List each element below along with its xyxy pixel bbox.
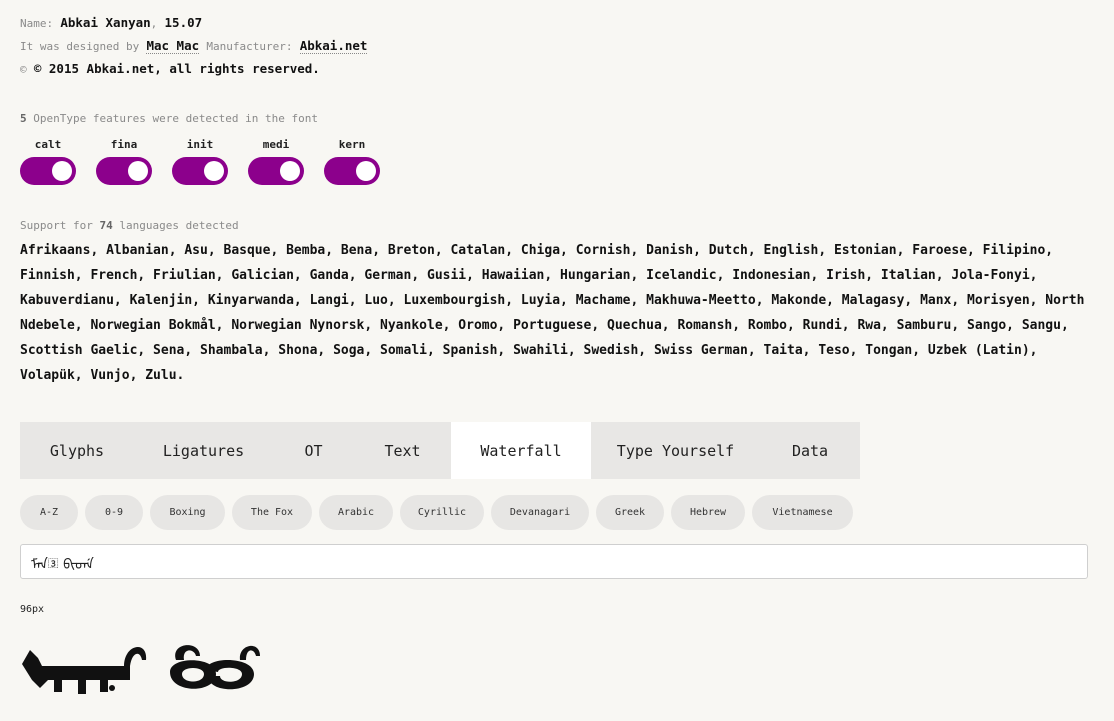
copyright-icon: © — [20, 63, 27, 76]
manufacturer-link[interactable]: Abkai.net — [299, 38, 368, 54]
feature-label: medi — [262, 138, 290, 151]
font-meta: Name: Abkai Xanyan, 15.07 It was designe… — [20, 12, 368, 81]
preset-boxing[interactable]: Boxing — [150, 495, 225, 530]
manchu-script-sample-icon — [22, 645, 260, 694]
designed-label: It was designed by — [20, 40, 140, 53]
designer-link[interactable]: Mac Mac — [146, 38, 200, 54]
view-tabs: Glyphs Ligatures OT Text Waterfall Type … — [20, 422, 860, 479]
opentype-label: OpenType features were detected in the f… — [33, 112, 319, 125]
feature-label: kern — [338, 138, 366, 151]
language-prefix: Support for — [20, 219, 93, 232]
tab-text[interactable]: Text — [354, 422, 451, 479]
tab-ot[interactable]: OT — [273, 422, 354, 479]
feature-toggle-medi[interactable] — [248, 157, 304, 185]
copyright-text: © 2015 Abkai.net, all rights reserved. — [33, 61, 320, 76]
font-name: Abkai Xanyan — [60, 15, 151, 30]
sample-presets: A-Z 0-9 Boxing The Fox Arabic Cyrillic D… — [20, 495, 853, 530]
preset-the-fox[interactable]: The Fox — [232, 495, 312, 530]
feature-label: init — [186, 138, 214, 151]
preset-hebrew[interactable]: Hebrew — [671, 495, 745, 530]
preset-arabic[interactable]: Arabic — [319, 495, 393, 530]
preset-0-9[interactable]: 0-9 — [85, 495, 143, 530]
waterfall-size-label: 96px — [20, 604, 45, 615]
toggle-knob — [204, 161, 224, 181]
font-name-line: Name: Abkai Xanyan, 15.07 — [20, 12, 367, 35]
designer-line: It was designed by Mac Mac Manufacturer:… — [20, 35, 368, 58]
tab-type-yourself[interactable]: Type Yourself — [591, 422, 760, 479]
preset-devanagari[interactable]: Devanagari — [491, 495, 589, 530]
toggle-knob — [52, 161, 72, 181]
feature-fina: fina — [96, 138, 152, 185]
tab-waterfall[interactable]: Waterfall — [451, 422, 591, 479]
feature-calt: calt — [20, 138, 76, 185]
preset-vietnamese[interactable]: Vietnamese — [752, 495, 853, 530]
feature-toggle-fina[interactable] — [96, 157, 152, 185]
language-summary: Support for 74 languages detected — [20, 219, 239, 232]
manufacturer-label: Manufacturer: — [206, 40, 293, 53]
preset-a-z[interactable]: A-Z — [20, 495, 78, 530]
language-list: Afrikaans, Albanian, Asu, Basque, Bemba,… — [20, 243, 1085, 383]
language-count: 74 — [99, 219, 113, 232]
feature-init: init — [172, 138, 228, 185]
language-suffix: languages detected — [119, 219, 239, 232]
feature-toggle-calt[interactable] — [20, 157, 76, 185]
feature-kern: kern — [324, 138, 380, 185]
tab-data[interactable]: Data — [760, 422, 860, 479]
font-version: 15.07 — [164, 15, 203, 30]
copyright-line: © © 2015 Abkai.net, all rights reserved. — [20, 58, 367, 81]
feature-medi: medi — [248, 138, 304, 185]
feature-label: fina — [110, 138, 138, 151]
feature-toggles: calt fina init medi kern — [20, 138, 380, 185]
toggle-knob — [128, 161, 148, 181]
name-label: Name: — [20, 17, 54, 30]
preset-greek[interactable]: Greek — [596, 495, 664, 530]
toggle-knob — [280, 161, 300, 181]
name-separator: , — [150, 17, 158, 30]
opentype-count: 5 — [20, 112, 27, 125]
waterfall-sample-glyphs — [22, 645, 260, 694]
tab-ligatures[interactable]: Ligatures — [134, 422, 273, 479]
sample-text-input[interactable]: ᠮᠠᠨ᠍ ᠪᠢᠳᡝ — [20, 544, 1088, 579]
feature-toggle-init[interactable] — [172, 157, 228, 185]
feature-toggle-kern[interactable] — [324, 157, 380, 185]
opentype-summary: 5 OpenType features were detected in the… — [20, 112, 318, 125]
tab-glyphs[interactable]: Glyphs — [20, 422, 134, 479]
feature-label: calt — [34, 138, 62, 151]
preset-cyrillic[interactable]: Cyrillic — [400, 495, 484, 530]
toggle-knob — [356, 161, 376, 181]
